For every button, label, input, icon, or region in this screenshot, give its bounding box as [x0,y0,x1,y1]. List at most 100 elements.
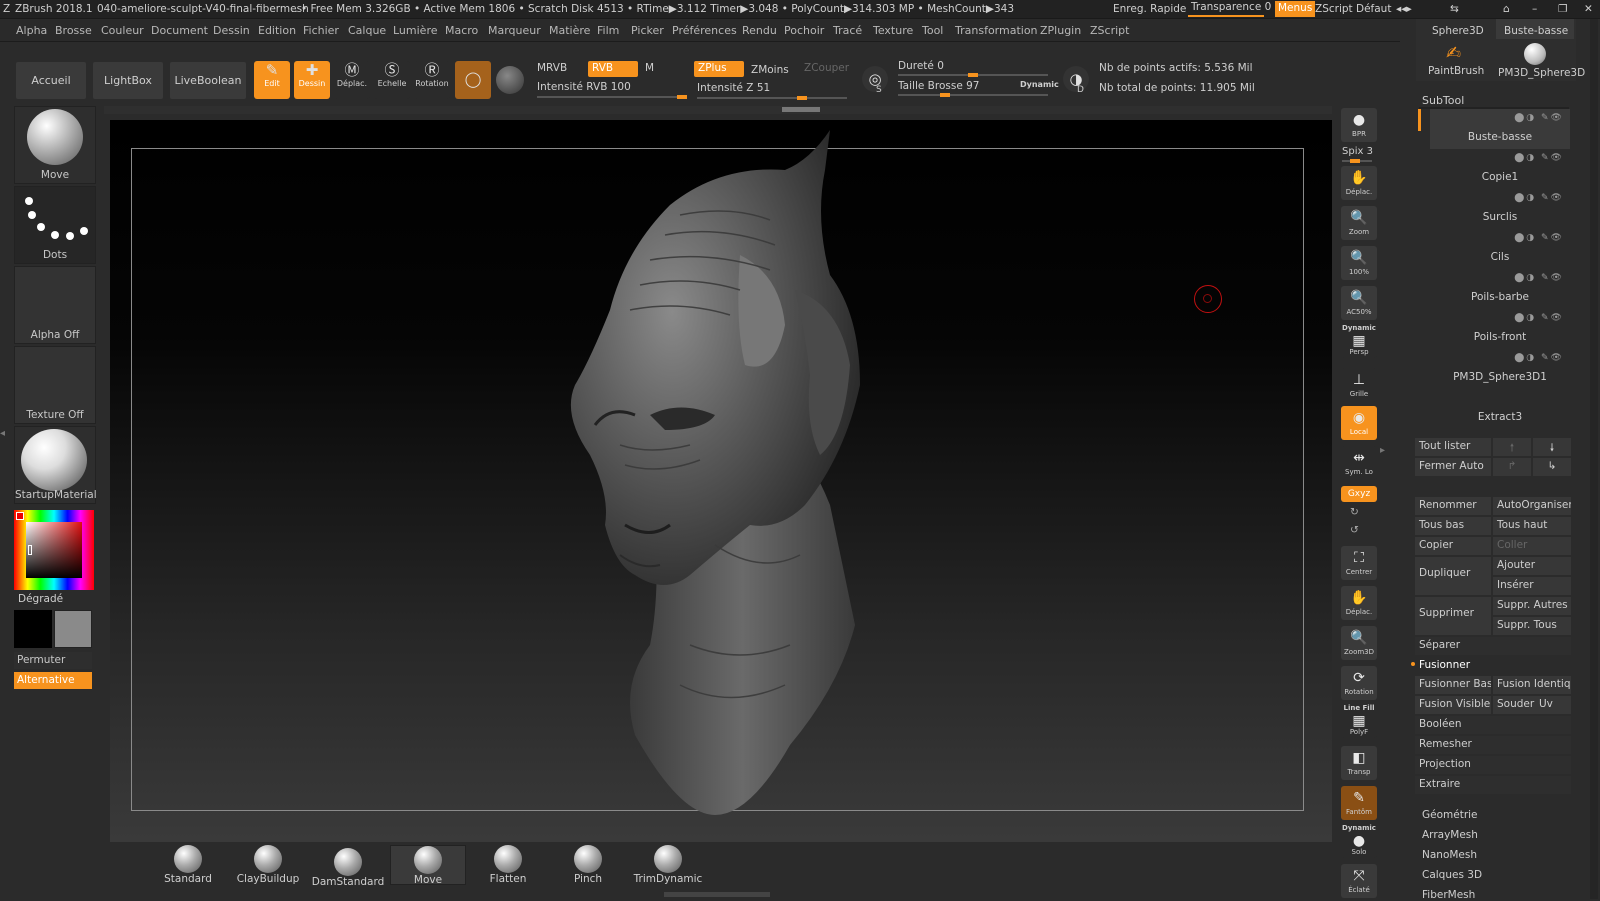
section-geometrie[interactable]: Géométrie [1422,809,1478,821]
inserer-button[interactable]: Insérer [1493,577,1571,595]
fusion-identique-button[interactable]: Fusion Identique [1493,676,1571,694]
rotation-button[interactable]: Ⓡ Rotation [414,61,450,99]
brush-pinch[interactable]: Pinch [550,845,626,885]
subtool-item-extract3[interactable]: Extract3 [1430,389,1570,429]
coller-button[interactable]: Coller [1493,537,1571,555]
menu-preferences[interactable]: Préférences [672,24,737,37]
material-sphere-button[interactable]: ◯ [455,61,491,99]
dupliquer-button[interactable]: Dupliquer [1415,557,1491,595]
menu-calque[interactable]: Calque [348,24,386,37]
degrade-label[interactable]: Dégradé [18,593,63,605]
accueil-button[interactable]: Accueil [16,62,86,99]
fusionner-section[interactable]: Fusionner [1415,657,1571,675]
subtool-visibility-icon[interactable]: ⬤◑ ✎👁 [1514,233,1564,243]
xyz-button[interactable]: Gxyz [1341,486,1377,502]
brush-trimdynamic[interactable]: TrimDynamic [630,845,706,885]
menu-texture[interactable]: Texture [873,24,913,37]
alternative-button[interactable]: Alternative [14,672,92,689]
section-arraymesh[interactable]: ArrayMesh [1422,829,1478,841]
close-icon[interactable]: ✕ [1584,3,1593,15]
mrvb-toggle[interactable]: MRVB [537,62,567,74]
color-square[interactable] [26,522,82,578]
menu-edition[interactable]: Edition [258,24,296,37]
tool-pm3d-sphere[interactable]: PM3D_Sphere3D [1496,41,1585,79]
fermer-auto-button[interactable]: Fermer Auto [1415,458,1491,476]
projection-section[interactable]: Projection [1415,756,1571,774]
subtool-header[interactable]: SubTool [1422,94,1464,107]
main-color-swatch[interactable] [14,610,52,648]
menu-couleur[interactable]: Couleur [101,24,144,37]
suppr-tous-button[interactable]: Suppr. Tous [1493,617,1571,635]
focal-shift-button[interactable]: ◎ [862,66,888,92]
menu-trace[interactable]: Tracé [833,24,862,37]
autoorganiser-button[interactable]: AutoOrganiser [1493,497,1571,515]
secondary-color-swatch[interactable] [54,610,92,648]
menu-lumiere[interactable]: Lumière [393,24,438,37]
subtool-item-poils-barbe[interactable]: ⬤◑ ✎👁 Poils-barbe [1430,269,1570,309]
zscript-default[interactable]: ZScript Défaut [1315,3,1391,15]
scroll-button[interactable]: ✋ Déplac. [1341,166,1377,200]
section-calques3d[interactable]: Calques 3D [1422,869,1482,881]
tool-bustebasse[interactable]: Buste-basse [1496,19,1574,39]
copier-button[interactable]: Copier [1415,537,1491,555]
intensite-z-track[interactable] [697,96,847,100]
menu-alpha[interactable]: Alpha [16,24,47,37]
ac50-button[interactable]: 🔍 AC50% [1341,286,1377,320]
material-thumbnail[interactable]: StartupMaterial [14,426,97,504]
alpha-thumbnail[interactable]: Alpha Off [14,266,96,344]
menu-tool[interactable]: Tool [922,24,943,37]
arrow-up-right-icon[interactable]: ↱ [1493,458,1531,476]
menu-fichier[interactable]: Fichier [303,24,339,37]
intensite-z-slider[interactable]: Intensité Z 51 [697,82,770,94]
menus-toggle[interactable]: Menus [1275,1,1316,17]
liveboolean-button[interactable]: LiveBoolean [170,62,246,99]
brush-flatten[interactable]: Flatten [470,845,546,885]
deplac-button[interactable]: Ⓜ Déplac. [334,61,370,99]
quicksave-button[interactable]: Enreg. Rapide [1113,3,1186,15]
move-up-icon[interactable]: 🠕 [1493,438,1531,456]
m-toggle[interactable]: M [645,62,654,74]
subtool-item-cils[interactable]: ⬤◑ ✎👁 Cils [1430,229,1570,269]
intensite-rvb-track[interactable] [537,95,687,99]
canvas-scroll-handle[interactable] [782,107,820,112]
shelf-scroll[interactable] [664,892,770,897]
persp-button[interactable]: Dynamic ▦ Persp [1341,324,1377,358]
tous-haut-button[interactable]: Tous haut [1493,517,1571,535]
symlo-button[interactable]: ⇹ Sym. Lo [1341,446,1377,480]
lightbox-button[interactable]: LightBox [93,62,163,99]
fusionner-bas-button[interactable]: Fusionner Bas [1415,676,1491,694]
booleen-section[interactable]: Booléen [1415,716,1571,734]
bpr-button[interactable]: ● BPR [1341,108,1377,142]
menu-document[interactable]: Document [151,24,208,37]
subtool-item-copie1[interactable]: ⬤◑ ✎👁 Copie1 [1430,149,1570,189]
fusion-visible-button[interactable]: Fusion Visible [1415,696,1491,714]
brush-standard[interactable]: Standard [150,845,226,885]
local-button[interactable]: ◉ Local [1341,406,1377,440]
draw-size-button[interactable]: ◑ [1063,66,1089,92]
ghost-button[interactable]: ✎ Fantôm [1341,786,1377,820]
color-picker[interactable] [14,510,94,590]
menu-brosse[interactable]: Brosse [55,24,92,37]
right-collapse-icon[interactable]: ▸ [1380,445,1388,465]
floor-button[interactable]: ⊥ Grille [1341,368,1377,402]
canvas-top-scroll[interactable] [104,106,1332,114]
explode-button[interactable]: ⤧ Éclaté [1341,864,1377,898]
zplus-toggle[interactable]: ZPlus [694,61,744,77]
actual-button[interactable]: 🔍 100% [1341,246,1377,280]
menu-picker[interactable]: Picker [631,24,664,37]
menu-dessin[interactable]: Dessin [213,24,250,37]
section-nanomesh[interactable]: NanoMesh [1422,849,1477,861]
frame-button[interactable]: ⛶ Centrer [1341,546,1377,580]
color-sphere-icon[interactable] [496,66,524,94]
edit-button[interactable]: ✎ Edit [254,61,290,99]
transparency-slider[interactable]: Transparence 0 [1188,1,1271,17]
brush-damstandard[interactable]: DamStandard [310,848,386,888]
tout-lister-button[interactable]: Tout lister [1415,438,1491,456]
intensite-rvb-slider[interactable]: Intensité RVB 100 [537,81,631,93]
spix-track[interactable] [1342,159,1372,163]
durete-track[interactable] [898,73,1048,77]
swap-icon[interactable]: ⇆ [1450,3,1459,15]
polyframe-button[interactable]: Line Fill ▦ PolyF [1341,704,1377,738]
menu-transformation[interactable]: Transformation [955,24,1038,37]
durete-slider[interactable]: Dureté 0 [898,60,944,72]
